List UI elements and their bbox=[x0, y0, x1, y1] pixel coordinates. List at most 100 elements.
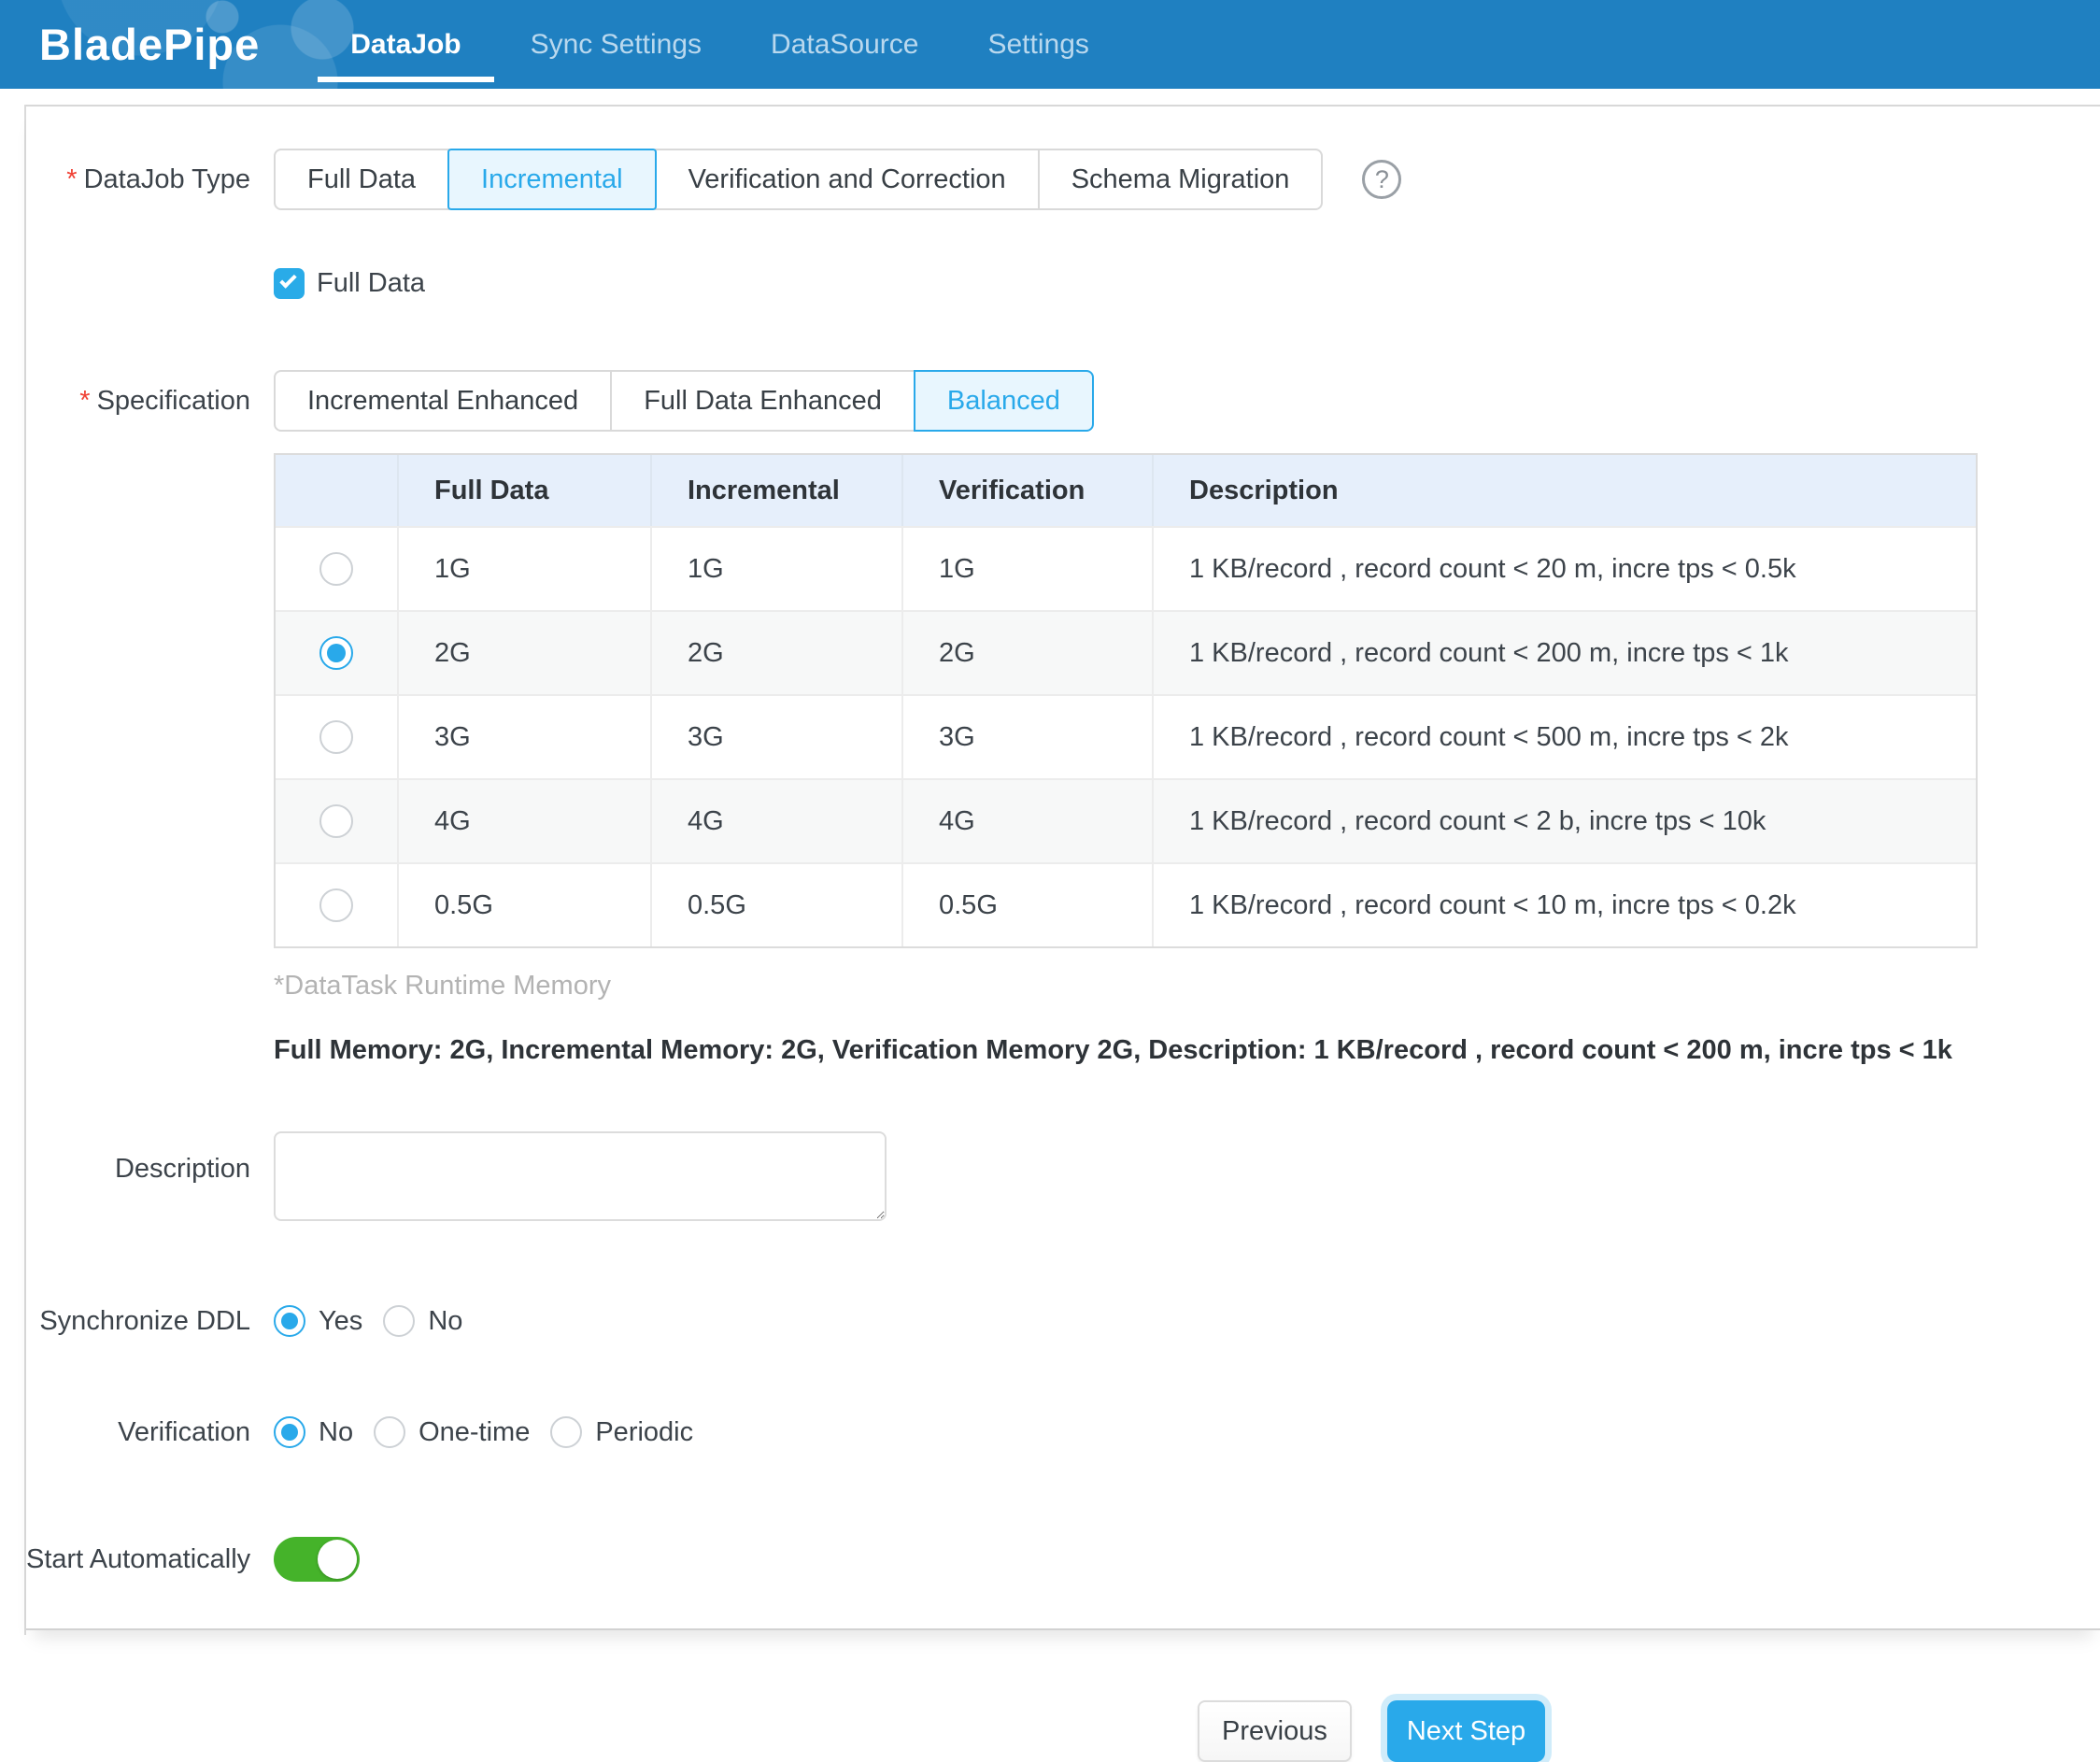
cell-full-data: 0.5G bbox=[397, 864, 650, 946]
specification-options: Incremental Enhanced Full Data Enhanced … bbox=[274, 370, 1094, 432]
cell-verification: 4G bbox=[901, 780, 1152, 862]
sync-ddl-no-option[interactable]: No bbox=[383, 1305, 462, 1337]
help-icon[interactable]: ? bbox=[1362, 160, 1401, 199]
full-data-checkbox-row: Full Data bbox=[26, 268, 2100, 299]
brand-logo[interactable]: BladePipe bbox=[39, 19, 260, 70]
cell-full-data: 2G bbox=[397, 612, 650, 694]
start-automatically-toggle[interactable] bbox=[274, 1537, 360, 1582]
datajob-type-option-full-data[interactable]: Full Data bbox=[274, 149, 449, 210]
required-asterisk: * bbox=[66, 164, 77, 194]
verification-no-option[interactable]: No bbox=[274, 1416, 353, 1448]
cell-full-data: 1G bbox=[397, 528, 650, 610]
verification-one-time-label: One-time bbox=[419, 1417, 530, 1448]
row-radio[interactable] bbox=[319, 552, 353, 586]
cell-verification: 3G bbox=[901, 696, 1152, 778]
nav-item-label: Sync Settings bbox=[531, 29, 702, 61]
cell-verification: 2G bbox=[901, 612, 1152, 694]
start-automatically-label: Start Automatically bbox=[26, 1544, 250, 1575]
spec-table-wrap: Full Data Incremental Verification Descr… bbox=[26, 453, 2100, 1066]
sync-ddl-yes-label: Yes bbox=[319, 1306, 362, 1337]
datajob-type-row: *DataJob Type Full Data Incremental Veri… bbox=[26, 149, 2100, 210]
sync-ddl-no-label: No bbox=[428, 1306, 462, 1337]
spec-radio-cell[interactable] bbox=[276, 528, 397, 610]
spec-radio-cell[interactable] bbox=[276, 696, 397, 778]
verification-no-label: No bbox=[319, 1417, 353, 1448]
spec-row-1g[interactable]: 1G 1G 1G 1 KB/record , record count < 20… bbox=[276, 526, 1976, 610]
cell-verification: 1G bbox=[901, 528, 1152, 610]
row-radio-selected[interactable] bbox=[319, 636, 353, 670]
verification-row: Verification No One-time Periodic bbox=[26, 1416, 2100, 1448]
start-automatically-row: Start Automatically bbox=[26, 1537, 2100, 1582]
verification-periodic-option[interactable]: Periodic bbox=[550, 1416, 693, 1448]
sync-ddl-yes-radio[interactable] bbox=[274, 1305, 305, 1337]
verification-periodic-radio[interactable] bbox=[550, 1416, 582, 1448]
row-radio[interactable] bbox=[319, 888, 353, 922]
spec-radio-cell[interactable] bbox=[276, 612, 397, 694]
nav-item-sync-settings[interactable]: Sync Settings bbox=[496, 0, 736, 89]
synchronize-ddl-row: Synchronize DDL Yes No bbox=[26, 1305, 2100, 1337]
nav-item-datasource[interactable]: DataSource bbox=[736, 0, 953, 89]
page-container: *DataJob Type Full Data Incremental Veri… bbox=[24, 105, 2100, 1635]
verification-label: Verification bbox=[26, 1417, 250, 1448]
spec-row-4g[interactable]: 4G 4G 4G 1 KB/record , record count < 2 … bbox=[276, 778, 1976, 862]
previous-button[interactable]: Previous bbox=[1198, 1700, 1352, 1762]
cell-incremental: 2G bbox=[650, 612, 901, 694]
datajob-type-option-incremental[interactable]: Incremental bbox=[447, 149, 657, 210]
cell-description: 1 KB/record , record count < 2 b, incre … bbox=[1152, 780, 1976, 862]
top-nav: BladePipe DataJob Sync Settings DataSour… bbox=[0, 0, 2100, 89]
spec-table-body: 1G 1G 1G 1 KB/record , record count < 20… bbox=[276, 526, 1976, 946]
verification-periodic-label: Periodic bbox=[595, 1417, 693, 1448]
datajob-form-card: *DataJob Type Full Data Incremental Veri… bbox=[26, 105, 2100, 1630]
check-icon bbox=[279, 271, 296, 288]
spec-row-05g[interactable]: 0.5G 0.5G 0.5G 1 KB/record , record coun… bbox=[276, 862, 1976, 946]
cell-description: 1 KB/record , record count < 20 m, incre… bbox=[1152, 528, 1976, 610]
description-textarea[interactable] bbox=[274, 1131, 887, 1221]
datajob-type-label: *DataJob Type bbox=[26, 164, 250, 195]
verification-one-time-radio[interactable] bbox=[374, 1416, 405, 1448]
specification-option-incremental-enhanced[interactable]: Incremental Enhanced bbox=[274, 370, 612, 432]
specification-label: *Specification bbox=[26, 386, 250, 417]
datajob-type-option-verification-and-correction[interactable]: Verification and Correction bbox=[655, 149, 1040, 210]
spec-radio-cell[interactable] bbox=[276, 864, 397, 946]
nav-item-datajob[interactable]: DataJob bbox=[316, 0, 495, 89]
cell-incremental: 3G bbox=[650, 696, 901, 778]
cell-description: 1 KB/record , record count < 10 m, incre… bbox=[1152, 864, 1976, 946]
sync-ddl-yes-option[interactable]: Yes bbox=[274, 1305, 362, 1337]
spec-table-header: Full Data Incremental Verification Descr… bbox=[276, 455, 1976, 526]
runtime-memory-note: *DataTask Runtime Memory bbox=[274, 971, 2100, 1002]
verification-no-radio[interactable] bbox=[274, 1416, 305, 1448]
datajob-type-option-schema-migration[interactable]: Schema Migration bbox=[1038, 149, 1324, 210]
verification-one-time-option[interactable]: One-time bbox=[374, 1416, 530, 1448]
spec-table-header-radio bbox=[276, 455, 397, 526]
spec-table-header-incremental: Incremental bbox=[650, 455, 901, 526]
spec-row-3g[interactable]: 3G 3G 3G 1 KB/record , record count < 50… bbox=[276, 694, 1976, 778]
nav-item-label: DataJob bbox=[350, 29, 461, 61]
cell-full-data: 4G bbox=[397, 780, 650, 862]
spec-table: Full Data Incremental Verification Descr… bbox=[274, 453, 1978, 948]
spec-table-header-full-data: Full Data bbox=[397, 455, 650, 526]
cell-description: 1 KB/record , record count < 200 m, incr… bbox=[1152, 612, 1976, 694]
full-data-checkbox[interactable] bbox=[274, 268, 305, 299]
specification-option-balanced[interactable]: Balanced bbox=[914, 370, 1094, 432]
spec-table-header-verification: Verification bbox=[901, 455, 1152, 526]
cell-incremental: 4G bbox=[650, 780, 901, 862]
nav-item-label: Settings bbox=[987, 29, 1088, 61]
footer-actions: Previous Next Step bbox=[0, 1635, 2100, 1762]
next-step-button[interactable]: Next Step bbox=[1387, 1700, 1545, 1762]
row-radio[interactable] bbox=[319, 720, 353, 754]
selected-spec-summary: Full Memory: 2G, Incremental Memory: 2G,… bbox=[274, 1035, 2100, 1066]
spec-radio-cell[interactable] bbox=[276, 780, 397, 862]
description-label: Description bbox=[26, 1154, 250, 1185]
nav-item-label: DataSource bbox=[771, 29, 918, 61]
cell-description: 1 KB/record , record count < 500 m, incr… bbox=[1152, 696, 1976, 778]
full-data-checkbox-label: Full Data bbox=[317, 268, 425, 299]
description-row: Description bbox=[26, 1131, 2100, 1221]
row-radio[interactable] bbox=[319, 804, 353, 838]
specification-option-full-data-enhanced[interactable]: Full Data Enhanced bbox=[610, 370, 915, 432]
nav-item-settings[interactable]: Settings bbox=[953, 0, 1123, 89]
spec-row-2g[interactable]: 2G 2G 2G 1 KB/record , record count < 20… bbox=[276, 610, 1976, 694]
synchronize-ddl-label: Synchronize DDL bbox=[26, 1306, 250, 1337]
sync-ddl-no-radio[interactable] bbox=[383, 1305, 415, 1337]
nav-items: DataJob Sync Settings DataSource Setting… bbox=[316, 0, 1124, 89]
specification-row: *Specification Incremental Enhanced Full… bbox=[26, 370, 2100, 432]
